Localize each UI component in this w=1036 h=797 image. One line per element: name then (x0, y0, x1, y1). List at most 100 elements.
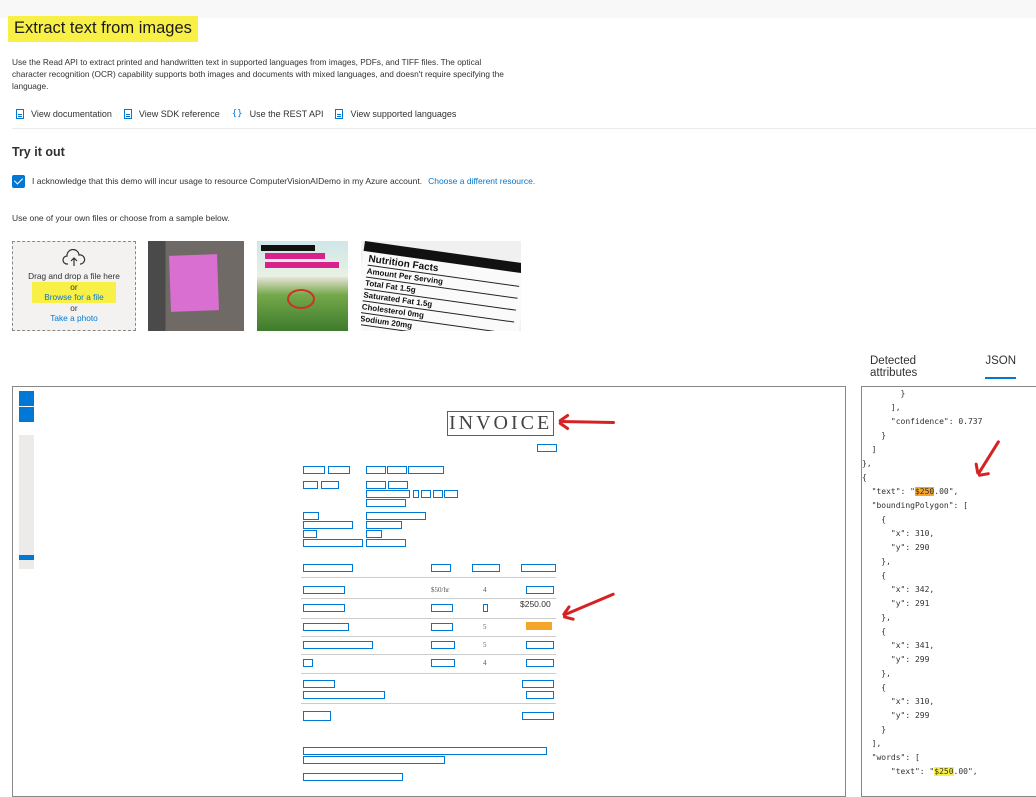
link-view-documentation[interactable]: View documentation (16, 109, 112, 119)
invoice-rule (301, 618, 556, 619)
json-line: }, (862, 669, 891, 678)
zoom-out-button[interactable] (19, 407, 34, 422)
json-line: "x": 342, (862, 585, 935, 594)
or-text: or (70, 281, 78, 292)
invoice-rule (301, 598, 556, 599)
ocr-box (303, 521, 353, 529)
json-line: { (862, 473, 867, 482)
json-line: { (862, 515, 887, 524)
ocr-box (303, 512, 319, 520)
ocr-box (526, 641, 554, 649)
invoice-rule (301, 577, 556, 578)
link-label: View SDK reference (138, 109, 220, 119)
document-icon (16, 109, 24, 119)
ocr-box (303, 691, 385, 699)
json-line: "confidence": 0.737 (862, 417, 983, 426)
ocr-box (303, 564, 353, 572)
json-value: .00", (934, 487, 959, 496)
invoice-hours: 4 (483, 659, 487, 667)
json-highlight: $250 (914, 487, 935, 496)
json-line: "y": 299 (862, 655, 930, 664)
json-line: { (862, 627, 887, 636)
link-view-sdk-reference[interactable]: View SDK reference (123, 109, 220, 119)
resource-links: View documentation View SDK reference {}… (16, 107, 468, 121)
divider (12, 128, 1036, 129)
file-drop-zone[interactable]: Drag and drop a file here or Browse for … (12, 241, 136, 331)
detected-amount-label: $250.00 (520, 599, 551, 609)
ocr-box (433, 490, 443, 498)
sample-poster-image[interactable] (257, 241, 348, 331)
browse-file-link[interactable]: Browse for a file (32, 292, 116, 303)
invoice-image: INVOICE $50/hr 4 $250.00 5 5 4 (301, 407, 601, 796)
json-line: }, (862, 557, 891, 566)
poster-banner (261, 245, 315, 251)
json-line: ] (862, 445, 877, 454)
json-output-panel[interactable]: } ], "confidence": 0.737 } ] }, { "text"… (861, 386, 1036, 797)
json-line: "words": [ (862, 753, 920, 762)
ocr-box (431, 623, 453, 631)
choose-resource-link[interactable]: Choose a different resource. (428, 176, 535, 186)
try-it-out-heading: Try it out (12, 145, 65, 159)
json-line: { (862, 683, 887, 692)
json-line: "x": 310, (862, 529, 935, 538)
ocr-box (303, 680, 335, 688)
link-label: View supported languages (350, 109, 457, 119)
json-key: "text": " (862, 767, 935, 776)
take-photo-link[interactable]: Take a photo (50, 313, 98, 324)
ocr-box (303, 539, 363, 547)
page-description: Use the Read API to extract printed and … (12, 57, 504, 91)
result-tabs: Detected attributes JSON (870, 355, 1036, 379)
ocr-box (303, 586, 345, 594)
document-icon (335, 109, 344, 119)
ocr-box (303, 711, 331, 721)
acknowledge-text: I acknowledge that this demo will incur … (32, 176, 423, 186)
ocr-box (366, 499, 406, 507)
tab-detected-attributes[interactable]: Detected attributes (870, 355, 965, 379)
sticky-note-image (169, 254, 219, 312)
zoom-slider-thumb[interactable] (19, 555, 34, 560)
invoice-hours: 4 (483, 586, 487, 594)
acknowledge-row: I acknowledge that this demo will incur … (12, 174, 535, 188)
ocr-box (413, 490, 419, 498)
page-title: Extract text from images (8, 16, 198, 42)
acknowledge-checkbox[interactable] (12, 174, 25, 188)
ocr-box (303, 481, 318, 489)
poster-banner (265, 253, 325, 259)
ocr-box (303, 641, 373, 649)
json-highlight: $250 (934, 767, 954, 776)
json-line: "x": 310, (862, 697, 935, 706)
json-line: ], (862, 403, 901, 412)
json-line: } (862, 725, 887, 734)
link-use-rest-api[interactable]: {} Use the REST API (232, 109, 324, 119)
bicycle-image (287, 289, 315, 309)
ocr-box (366, 512, 426, 520)
highlighted-amount-box (526, 622, 552, 630)
tab-json[interactable]: JSON (985, 355, 1016, 379)
zoom-in-button[interactable] (19, 391, 34, 406)
ocr-box (366, 466, 386, 474)
poster-banner (265, 262, 339, 268)
ocr-box (526, 586, 554, 594)
json-text-line: "text": "$250.00", (862, 485, 1036, 499)
ocr-box (431, 659, 455, 667)
sample-nutrition-label[interactable]: Nutrition Facts Amount Per Serving Total… (361, 241, 521, 331)
invoice-rule (301, 636, 556, 637)
link-view-supported-languages[interactable]: View supported languages (335, 109, 456, 119)
invoice-rule (301, 654, 556, 655)
ocr-box (444, 490, 458, 498)
ocr-box (303, 659, 313, 667)
ocr-box (303, 623, 349, 631)
json-line: { (862, 571, 887, 580)
image-viewer[interactable]: INVOICE $50/hr 4 $250.00 5 5 4 (12, 386, 846, 797)
ocr-box (366, 490, 410, 498)
link-label: Use the REST API (249, 109, 324, 119)
invoice-rate: $50/hr (431, 586, 450, 594)
sample-handwritten-note[interactable] (148, 241, 244, 331)
invoice-rule (301, 673, 556, 674)
ocr-box (521, 564, 556, 572)
ocr-box (388, 481, 408, 489)
ocr-box (303, 747, 547, 755)
json-line: }, (862, 459, 872, 468)
nutrition-label-image: Nutrition Facts Amount Per Serving Total… (361, 241, 521, 331)
zoom-slider[interactable] (19, 435, 34, 569)
